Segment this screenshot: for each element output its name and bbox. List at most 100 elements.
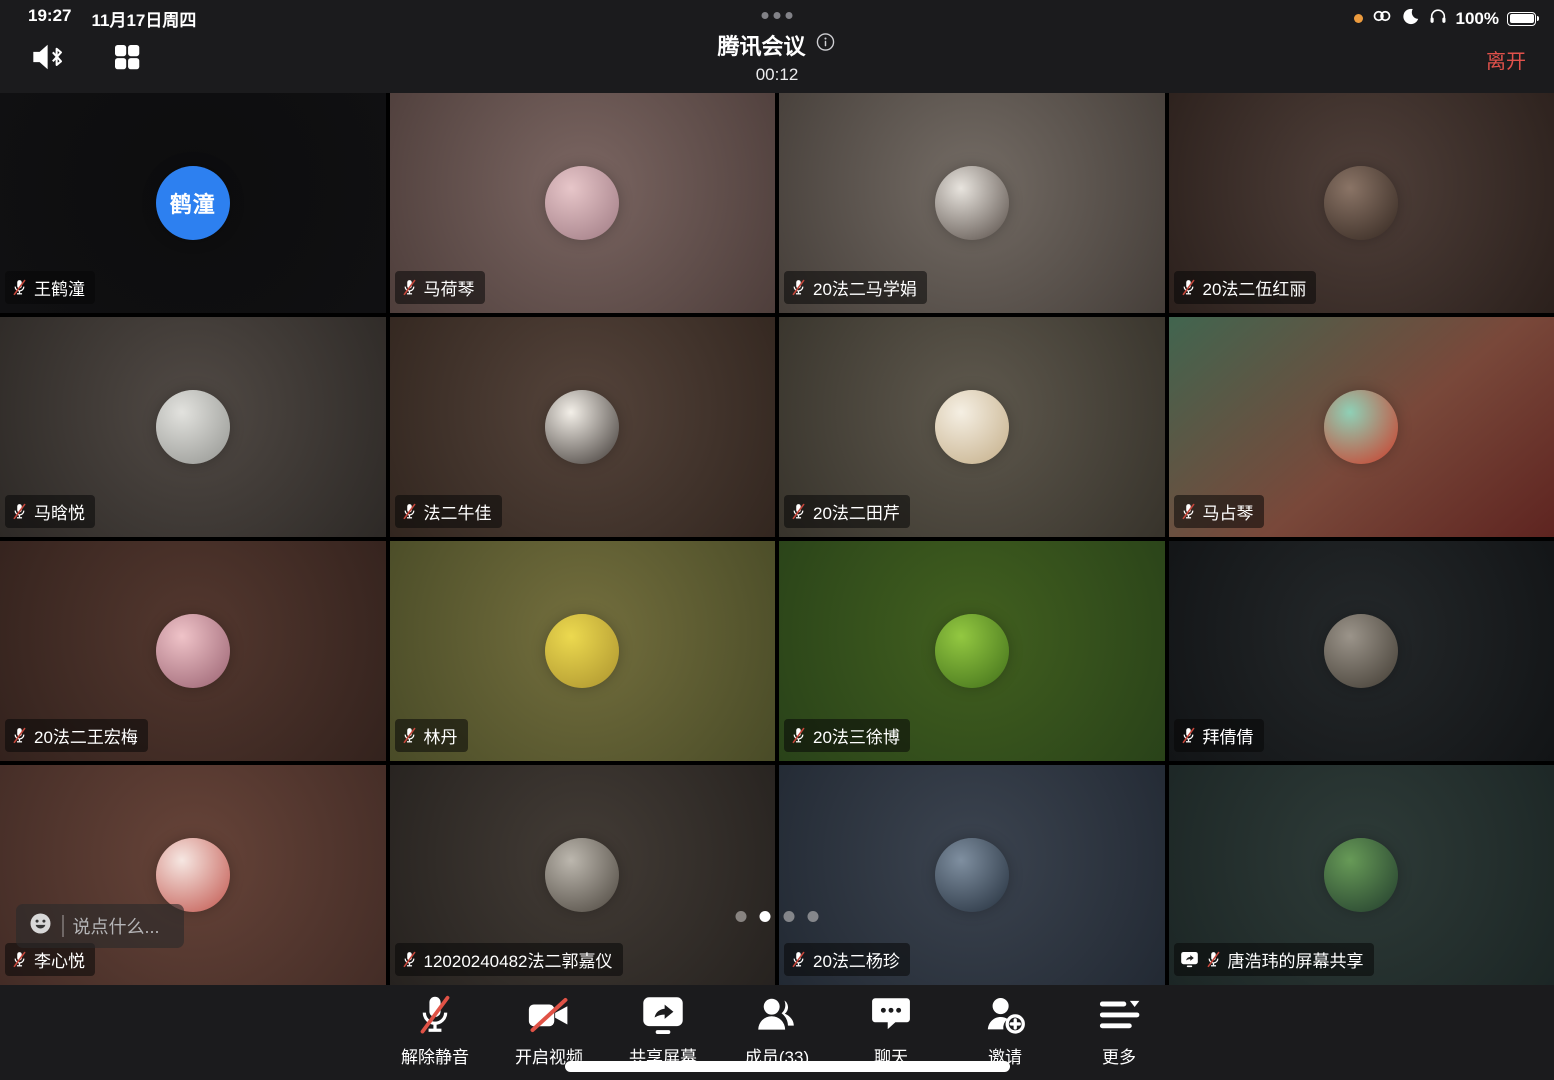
meeting-app: 19:27 11月17日周四 100% 腾讯会议 00:12 离开 鹤潼 <box>0 0 1554 1080</box>
participant-name: 李心悦 <box>34 947 85 972</box>
camera-slash-icon <box>526 992 572 1038</box>
headphones-icon <box>1428 6 1448 31</box>
mic-muted-icon <box>11 502 28 521</box>
participant-tile[interactable]: 20法二伍红丽 <box>1169 93 1554 313</box>
participant-name: 20法二王宏梅 <box>34 723 138 748</box>
avatar: 鹤潼 <box>156 166 230 240</box>
participant-name: 20法二田芹 <box>813 499 900 524</box>
participant-tile[interactable]: 李心悦 <box>0 765 386 985</box>
header-controls-left <box>30 40 146 74</box>
leave-button[interactable]: 离开 <box>1486 45 1526 74</box>
avatar <box>545 390 619 464</box>
chat-quick-input[interactable]: 说点什么... <box>16 904 184 948</box>
chat-input-placeholder: 说点什么... <box>73 913 160 939</box>
participant-tile[interactable]: 20法二田芹 <box>779 317 1165 537</box>
participant-tile[interactable]: 20法三徐博 <box>779 541 1165 761</box>
focus-moon-icon <box>1401 7 1420 31</box>
mic-muted-icon <box>790 502 807 521</box>
toolbar-label: 更多 <box>1102 1043 1136 1068</box>
participant-nametag: 20法二杨珍 <box>784 943 910 976</box>
participant-tile[interactable]: 马晗悦 <box>0 317 386 537</box>
meeting-title: 腾讯会议 <box>717 29 805 61</box>
page-indicator <box>736 911 819 922</box>
avatar <box>156 614 230 688</box>
avatar <box>545 838 619 912</box>
avatar-initials: 鹤潼 <box>170 187 216 219</box>
participant-tile[interactable]: 20法二马学娟 <box>779 93 1165 313</box>
participant-nametag: 王鹤潼 <box>5 271 95 304</box>
participant-tile[interactable]: 唐浩玮的屏幕共享 <box>1169 765 1554 985</box>
page-dot[interactable] <box>736 911 747 922</box>
mic-muted-icon <box>1180 726 1197 745</box>
date: 11月17日周四 <box>91 6 196 31</box>
screen-share-icon <box>640 992 686 1038</box>
participant-tile[interactable]: 拜倩倩 <box>1169 541 1554 761</box>
participant-tile[interactable]: 鹤潼 王鹤潼 <box>0 93 386 313</box>
layout-grid-button[interactable] <box>108 40 146 74</box>
participant-nametag: 马占琴 <box>1174 495 1264 528</box>
page-dot[interactable] <box>808 911 819 922</box>
page-dot[interactable] <box>784 911 795 922</box>
home-indicator[interactable] <box>565 1061 1010 1072</box>
more-icon <box>1096 992 1142 1038</box>
mic-muted-icon <box>790 950 807 969</box>
mic-muted-icon <box>401 502 418 521</box>
avatar <box>1324 838 1398 912</box>
participant-name: 马晗悦 <box>34 499 85 524</box>
mic-muted-icon <box>401 950 418 969</box>
toolbar-unmute-button[interactable]: 解除静音 <box>395 992 475 1080</box>
invite-icon <box>982 992 1028 1038</box>
chat-input-divider <box>62 915 64 937</box>
chat-icon <box>868 992 914 1038</box>
mic-in-use-dot <box>1354 14 1363 23</box>
battery-percent: 100% <box>1456 9 1499 29</box>
mic-muted-icon <box>11 950 28 969</box>
battery-icon <box>1507 12 1536 26</box>
mic-muted-icon <box>11 726 28 745</box>
participant-nametag: 20法三徐博 <box>784 719 910 752</box>
mic-muted-icon <box>401 278 418 297</box>
participant-tile[interactable]: 20法二杨珍 <box>779 765 1165 985</box>
emoji-icon[interactable] <box>28 911 53 941</box>
participant-nametag: 唐浩玮的屏幕共享 <box>1174 943 1374 976</box>
clock: 19:27 <box>28 6 71 31</box>
participant-tile[interactable]: 马荷琴 <box>390 93 776 313</box>
link-icon <box>1371 5 1393 32</box>
toolbar-more-button[interactable]: 更多 <box>1079 992 1159 1080</box>
participant-tile[interactable]: 马占琴 <box>1169 317 1554 537</box>
mic-muted-icon <box>1180 502 1197 521</box>
avatar <box>1324 390 1398 464</box>
mic-muted-icon <box>11 278 28 297</box>
status-left: 19:27 11月17日周四 <box>28 6 196 31</box>
participant-nametag: 20法二伍红丽 <box>1174 271 1317 304</box>
members-icon <box>754 992 800 1038</box>
avatar <box>935 838 1009 912</box>
status-right: 100% <box>1354 5 1536 32</box>
avatar <box>156 838 230 912</box>
participant-name: 唐浩玮的屏幕共享 <box>1228 947 1364 972</box>
participant-name: 12020240482法二郭嘉仪 <box>424 947 613 972</box>
participant-grid: 鹤潼 王鹤潼 马荷琴 20法二马学娟 20法二伍红丽 <box>0 93 1554 985</box>
participant-tile[interactable]: 20法二王宏梅 <box>0 541 386 761</box>
mic-muted-icon <box>401 726 418 745</box>
avatar <box>1324 614 1398 688</box>
participant-tile[interactable]: 林丹 <box>390 541 776 761</box>
mic-muted-icon <box>790 278 807 297</box>
participant-name: 20法二伍红丽 <box>1203 275 1307 300</box>
participant-name: 20法二马学娟 <box>813 275 917 300</box>
audio-route-button[interactable] <box>30 40 68 74</box>
participant-name: 拜倩倩 <box>1203 723 1254 748</box>
avatar <box>545 166 619 240</box>
participant-tile[interactable]: 法二牛佳 <box>390 317 776 537</box>
window-drag-handle[interactable] <box>762 12 793 19</box>
participant-name: 马占琴 <box>1203 499 1254 524</box>
participant-tile[interactable]: 12020240482法二郭嘉仪 <box>390 765 776 985</box>
participant-name: 20法三徐博 <box>813 723 900 748</box>
page-dot[interactable] <box>760 911 771 922</box>
mic-muted-icon <box>790 726 807 745</box>
participant-name: 马荷琴 <box>424 275 475 300</box>
participant-nametag: 20法二马学娟 <box>784 271 927 304</box>
info-icon[interactable] <box>815 31 837 59</box>
participant-nametag: 20法二王宏梅 <box>5 719 148 752</box>
meeting-title-block: 腾讯会议 00:12 <box>717 29 836 85</box>
